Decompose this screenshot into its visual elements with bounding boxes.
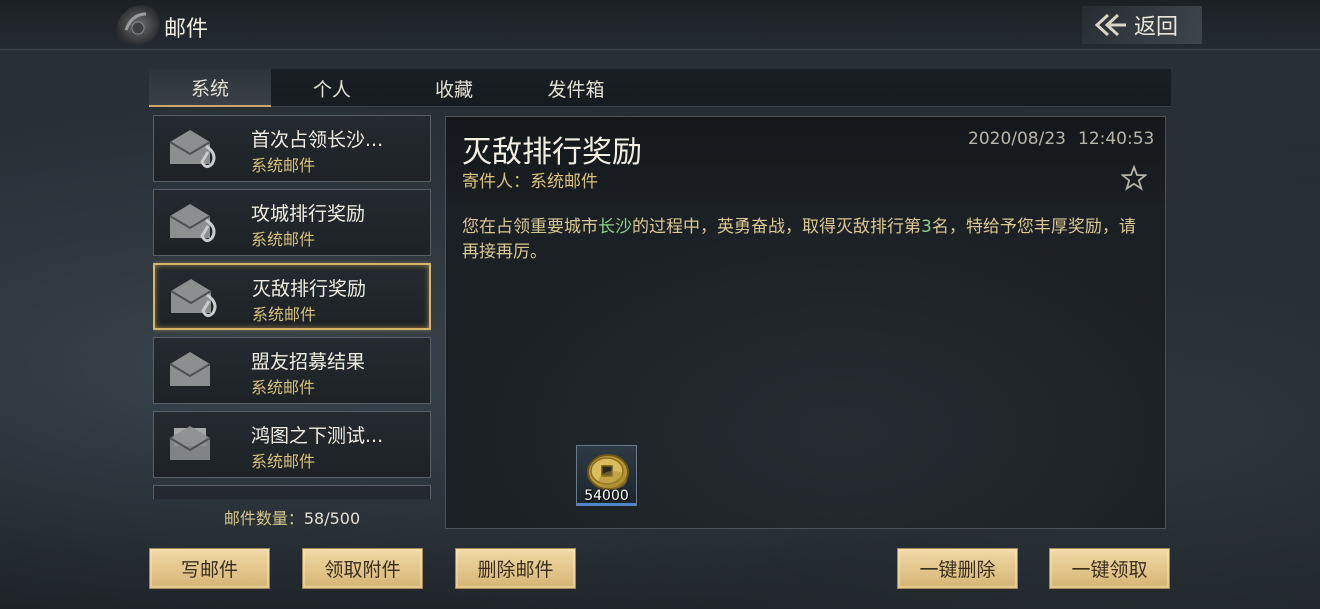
- write-mail-button[interactable]: 写邮件: [149, 548, 270, 589]
- mail-item-sender: 系统邮件: [251, 378, 316, 397]
- tab-personal[interactable]: 个人: [271, 69, 393, 107]
- back-label: 返回: [1134, 15, 1179, 40]
- mail-detail-header: 灭敌排行奖励 寄件人：系统邮件 2020/08/23 12:40:53: [446, 117, 1165, 203]
- mail-list[interactable]: 首次占领长沙... 系统邮件 攻城排行奖励 系统邮件 灭敌排行奖励 系统邮件 盟…: [153, 115, 431, 499]
- envelope-attachment-icon: [170, 279, 217, 318]
- mail-detail-sender: 寄件人：系统邮件: [462, 172, 598, 192]
- top-bar: 邮件 返回: [0, 0, 1320, 50]
- envelope-icon: [169, 352, 211, 386]
- mail-item-title: 鸿图之下测试...: [251, 425, 384, 447]
- mail-detail-date: 2020/08/23: [968, 129, 1066, 149]
- mail-detail-title: 灭敌排行奖励: [462, 135, 642, 170]
- envelope-attachment-icon: [169, 204, 216, 243]
- mail-item-sender: 系统邮件: [251, 452, 316, 471]
- envelope-attachment-icon: [169, 130, 216, 169]
- mail-item[interactable]: 鸿图之下测试... 系统邮件: [153, 411, 431, 478]
- mail-count-label: 邮件数量：: [223, 509, 304, 528]
- mail-item-title: 攻城排行奖励: [251, 203, 366, 225]
- claim-attachment-button[interactable]: 领取附件: [302, 548, 423, 589]
- city-highlight: 长沙: [598, 217, 632, 237]
- back-button[interactable]: 返回: [1082, 6, 1202, 44]
- mail-emblem-icon: [108, 0, 166, 50]
- mail-count-value: 58/500: [303, 509, 361, 528]
- mail-detail-time: 12:40:53: [1078, 129, 1155, 149]
- mail-item[interactable]: 首次占领长沙... 系统邮件: [153, 115, 431, 182]
- mail-tabs: 系统 个人 收藏 发件箱: [149, 69, 1171, 107]
- back-arrow-icon: [1094, 13, 1126, 37]
- mail-count: 邮件数量：58/500: [153, 505, 431, 529]
- mail-item-title: 盟友招募结果: [251, 351, 366, 373]
- mail-detail-panel: 灭敌排行奖励 寄件人：系统邮件 2020/08/23 12:40:53 您在占领…: [445, 116, 1166, 529]
- reward-quantity: 54000: [584, 488, 629, 504]
- page-title: 邮件: [164, 17, 209, 42]
- envelope-letter-icon: [169, 426, 211, 460]
- reward-item[interactable]: 54000: [576, 445, 637, 506]
- mail-item-selected[interactable]: 灭敌排行奖励 系统邮件: [153, 263, 431, 330]
- mail-detail-text: 您在占领重要城市长沙的过程中，英勇奋战，取得灭敌排行第3名，特给予您丰厚奖励，请…: [462, 217, 1136, 262]
- mail-item-sender: 系统邮件: [252, 305, 317, 324]
- favorite-star-icon[interactable]: [1121, 165, 1147, 191]
- claim-all-button[interactable]: 一键领取: [1049, 548, 1170, 589]
- mail-item-sender: 系统邮件: [251, 230, 316, 249]
- tab-favorites[interactable]: 收藏: [393, 69, 515, 107]
- mail-item-sender: 系统邮件: [251, 156, 316, 175]
- tab-outbox[interactable]: 发件箱: [515, 69, 637, 107]
- mail-item-title: 首次占领长沙...: [251, 129, 384, 151]
- delete-mail-button[interactable]: 删除邮件: [455, 548, 576, 589]
- reward-rarity-bar: [577, 503, 636, 506]
- mail-detail-body: 您在占领重要城市长沙的过程中，英勇奋战，取得灭敌排行第3名，特给予您丰厚奖励，请…: [446, 203, 1165, 528]
- rank-highlight: 3: [921, 217, 932, 237]
- tab-system[interactable]: 系统: [149, 69, 271, 107]
- mail-item-partial[interactable]: [153, 485, 431, 499]
- mail-item[interactable]: 盟友招募结果 系统邮件: [153, 337, 431, 404]
- delete-all-button[interactable]: 一键删除: [897, 548, 1018, 589]
- mail-item[interactable]: 攻城排行奖励 系统邮件: [153, 189, 431, 256]
- mail-item-title: 灭敌排行奖励: [252, 278, 367, 300]
